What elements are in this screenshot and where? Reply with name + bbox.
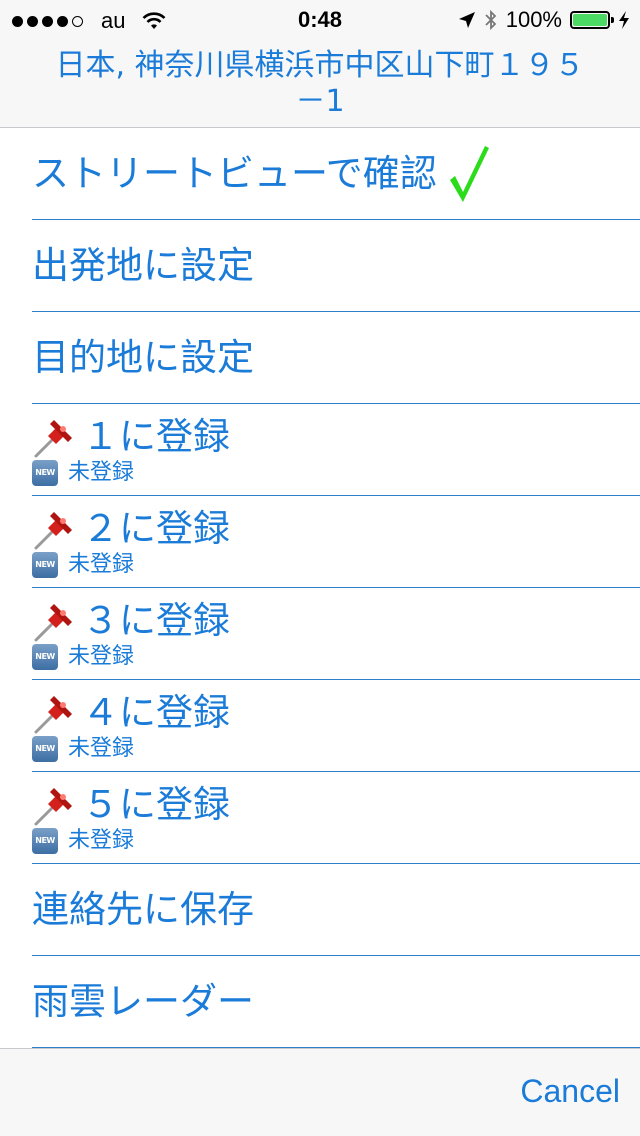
- slot-status: 未登録: [68, 828, 135, 853]
- slot-status: 未登録: [68, 736, 135, 761]
- slot-sub: NEW 未登録: [32, 828, 134, 854]
- rain-radar-label: 雨雲レーダー: [32, 979, 254, 1023]
- register-slot-1-button[interactable]: １に登録 NEW 未登録: [32, 404, 640, 496]
- battery-percent: 100%: [505, 7, 562, 32]
- slot-status: 未登録: [68, 644, 135, 669]
- street-view-label: ストリートビューで確認: [32, 151, 437, 195]
- action-menu: ストリートビューで確認 出発地に設定 目的地に設定 １に登録 NEW 未登録 ２…: [0, 128, 640, 1048]
- departure-label: 出発地に設定: [32, 243, 254, 287]
- bluetooth-icon: [485, 9, 496, 31]
- slot-sub: NEW 未登録: [32, 644, 134, 670]
- street-view-button[interactable]: ストリートビューで確認: [32, 128, 640, 220]
- register-slot-3-button[interactable]: ３に登録 NEW 未登録: [32, 588, 640, 680]
- pushpin-icon: [34, 604, 72, 642]
- slot-label: ３に登録: [82, 599, 230, 642]
- register-slot-2-button[interactable]: ２に登録 NEW 未登録: [32, 496, 640, 588]
- slot-sub: NEW 未登録: [32, 552, 134, 578]
- save-contact-button[interactable]: 連絡先に保存: [32, 864, 640, 956]
- new-badge-icon: NEW: [32, 736, 58, 762]
- save-contact-label: 連絡先に保存: [32, 887, 254, 931]
- slot-status: 未登録: [68, 552, 135, 577]
- address-line-1: 日本, 神奈川県横浜市中区山下町１９５: [55, 48, 585, 83]
- set-destination-button[interactable]: 目的地に設定: [32, 312, 640, 404]
- slot-label: ５に登録: [82, 783, 230, 826]
- register-slot-5-button[interactable]: ５に登録 NEW 未登録: [32, 772, 640, 864]
- slot-label: ２に登録: [82, 507, 230, 550]
- slot-main: ４に登録: [32, 690, 230, 736]
- pushpin-icon: [34, 420, 72, 458]
- slot-status: 未登録: [68, 460, 135, 485]
- new-badge-icon: NEW: [32, 552, 58, 578]
- status-right: 100%: [458, 7, 630, 33]
- address-line-2: －1: [295, 84, 345, 119]
- destination-label: 目的地に設定: [32, 335, 254, 379]
- slot-main: ２に登録: [32, 506, 230, 552]
- new-badge-icon: NEW: [32, 644, 58, 670]
- battery-fill: [573, 14, 607, 26]
- slot-main: ５に登録: [32, 782, 230, 828]
- cancel-button[interactable]: Cancel: [520, 1073, 620, 1110]
- check-mark-icon: [449, 145, 489, 202]
- new-badge-icon: NEW: [32, 828, 58, 854]
- slot-main: ３に登録: [32, 598, 230, 644]
- slot-sub: NEW 未登録: [32, 460, 134, 486]
- location-arrow-icon: [458, 12, 475, 28]
- rain-radar-button[interactable]: 雨雲レーダー: [32, 956, 640, 1048]
- pushpin-icon: [34, 696, 72, 734]
- slot-label: ４に登録: [82, 691, 230, 734]
- pushpin-icon: [34, 788, 72, 826]
- bottom-bar: Cancel: [0, 1048, 640, 1136]
- charging-bolt-icon: [619, 11, 629, 29]
- pushpin-icon: [34, 512, 72, 550]
- new-badge-icon: NEW: [32, 460, 58, 486]
- status-bar: au 0:48 100%: [0, 0, 640, 40]
- slot-main: １に登録: [32, 414, 230, 460]
- battery-icon: [570, 11, 614, 29]
- slot-label: １に登録: [82, 415, 230, 458]
- register-slot-4-button[interactable]: ４に登録 NEW 未登録: [32, 680, 640, 772]
- slot-sub: NEW 未登録: [32, 736, 134, 762]
- address-header: 日本, 神奈川県横浜市中区山下町１９５ －1: [0, 40, 640, 128]
- set-departure-button[interactable]: 出発地に設定: [32, 220, 640, 312]
